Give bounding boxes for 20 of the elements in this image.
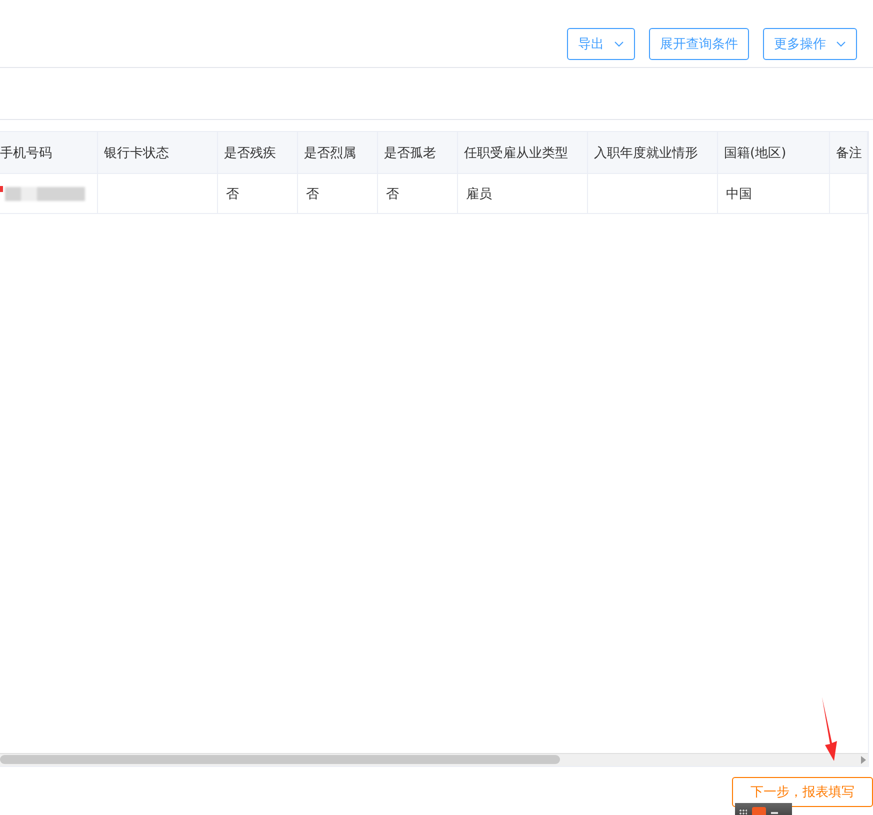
scroll-right-icon[interactable] — [861, 756, 866, 764]
column-header[interactable]: 任职受雇从业类型 — [458, 131, 588, 174]
table-cell: 否 — [218, 174, 298, 214]
caret-icon — [614, 41, 624, 47]
caret-icon — [836, 41, 846, 47]
column-header[interactable]: 是否孤老 — [378, 131, 458, 174]
table-cell: 否 — [378, 174, 458, 214]
column-header[interactable]: 是否残疾 — [218, 131, 298, 174]
table-cell: 雇员 — [458, 174, 588, 214]
keypad-icon — [739, 809, 747, 815]
column-header[interactable]: 手机号码 — [0, 131, 98, 174]
minimize-icon — [771, 812, 778, 814]
table-cell: 中国 — [718, 174, 830, 214]
column-header[interactable]: 入职年度就业情形 — [588, 131, 718, 174]
column-header[interactable]: 是否烈属 — [298, 131, 378, 174]
column-header[interactable]: 国籍(地区) — [718, 131, 830, 174]
column-header[interactable]: 备注 — [830, 131, 868, 174]
horizontal-scrollbar[interactable] — [0, 753, 868, 766]
column-header[interactable]: 银行卡状态 — [98, 131, 218, 174]
table-cell: 否 — [298, 174, 378, 214]
